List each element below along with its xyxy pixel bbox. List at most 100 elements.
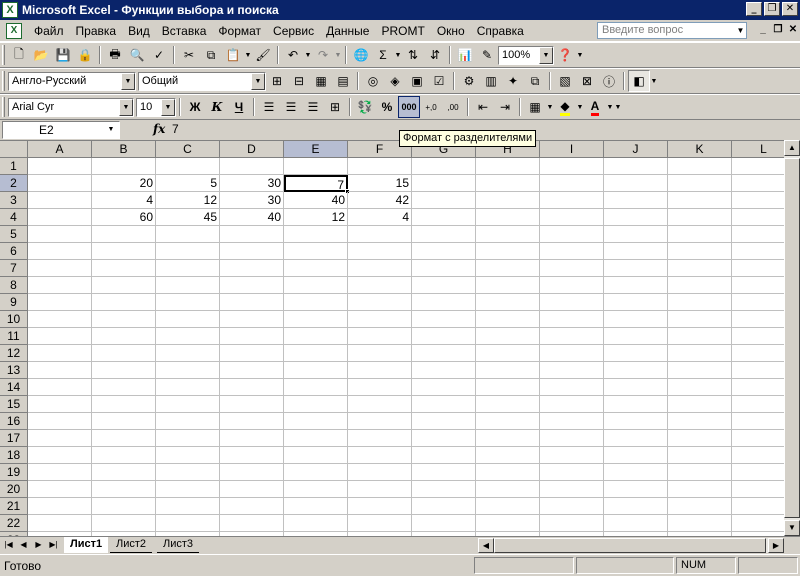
cell-b21[interactable] (92, 498, 156, 515)
cell-f12[interactable] (348, 345, 412, 362)
new-file-icon[interactable]: 🗋 (8, 44, 30, 66)
font-size-select[interactable]: 10 ▼ (136, 97, 176, 117)
cell-h21[interactable] (476, 498, 540, 515)
cell-e19[interactable] (284, 464, 348, 481)
cell-j10[interactable] (604, 311, 668, 328)
cell-a17[interactable] (28, 430, 92, 447)
row-header-16[interactable]: 16 (0, 413, 28, 430)
scroll-right-icon[interactable]: ▶ (768, 538, 784, 553)
cell-a5[interactable] (28, 226, 92, 243)
cell-k3[interactable] (668, 192, 732, 209)
cell-h11[interactable] (476, 328, 540, 345)
cell-e3[interactable]: 40 (284, 192, 348, 209)
cell-i20[interactable] (540, 481, 604, 498)
column-header-i[interactable]: I (540, 141, 604, 158)
cell-h8[interactable] (476, 277, 540, 294)
cell-j18[interactable] (604, 447, 668, 464)
cell-g3[interactable] (412, 192, 476, 209)
increase-indent-icon[interactable]: ⇥ (494, 96, 516, 118)
cell-b12[interactable] (92, 345, 156, 362)
cell-e1[interactable] (284, 158, 348, 175)
cell-f17[interactable] (348, 430, 412, 447)
prev-sheet-icon[interactable]: ◀ (17, 538, 30, 552)
cell-e6[interactable] (284, 243, 348, 260)
last-sheet-icon[interactable]: ▶| (47, 538, 60, 552)
merge-center-icon[interactable]: ⊞ (324, 96, 346, 118)
cell-f15[interactable] (348, 396, 412, 413)
zoom-dropdown-icon[interactable]: ▼ (539, 46, 553, 64)
autosum-dropdown-icon[interactable]: ▼ (394, 52, 402, 59)
cell-c20[interactable] (156, 481, 220, 498)
cell-d12[interactable] (220, 345, 284, 362)
cell-i5[interactable] (540, 226, 604, 243)
cell-a8[interactable] (28, 277, 92, 294)
cell-d16[interactable] (220, 413, 284, 430)
cell-b6[interactable] (92, 243, 156, 260)
insert-function-button[interactable]: fx (153, 122, 165, 136)
menu-insert[interactable]: Вставка (156, 24, 213, 38)
cell-k4[interactable] (668, 209, 732, 226)
chart-wizard-icon[interactable]: 📊 (454, 44, 476, 66)
cell-h16[interactable] (476, 413, 540, 430)
cell-f18[interactable] (348, 447, 412, 464)
undo-dropdown-icon[interactable]: ▼ (304, 52, 312, 59)
cell-a2[interactable] (28, 175, 92, 192)
cell-j14[interactable] (604, 379, 668, 396)
sheet-tab-3[interactable]: Лист3 (157, 537, 200, 553)
cell-j8[interactable] (604, 277, 668, 294)
cell-d4[interactable]: 40 (220, 209, 284, 226)
cell-k9[interactable] (668, 294, 732, 311)
row-header-18[interactable]: 18 (0, 447, 28, 464)
permission-icon[interactable]: 🔒 (74, 44, 96, 66)
zoom-select[interactable]: 100% ▼ (498, 45, 554, 65)
cell-l4[interactable] (732, 209, 784, 226)
cell-b5[interactable] (92, 226, 156, 243)
cell-j12[interactable] (604, 345, 668, 362)
toolbar-grip[interactable] (2, 45, 5, 65)
cell-h18[interactable] (476, 447, 540, 464)
cell-a14[interactable] (28, 379, 92, 396)
column-header-a[interactable]: A (28, 141, 92, 158)
cell-j16[interactable] (604, 413, 668, 430)
cell-f14[interactable] (348, 379, 412, 396)
cell-g19[interactable] (412, 464, 476, 481)
cell-a12[interactable] (28, 345, 92, 362)
promt-image-icon[interactable]: ▧ (554, 70, 576, 92)
cell-l7[interactable] (732, 260, 784, 277)
first-sheet-icon[interactable]: |◀ (2, 538, 15, 552)
column-header-l[interactable]: L (732, 141, 784, 158)
autosum-icon[interactable]: Σ (372, 44, 394, 66)
cell-b4[interactable]: 60 (92, 209, 156, 226)
paste-dropdown-icon[interactable]: ▼ (244, 52, 252, 59)
cell-l21[interactable] (732, 498, 784, 515)
column-header-b[interactable]: B (92, 141, 156, 158)
cell-c11[interactable] (156, 328, 220, 345)
cell-f5[interactable] (348, 226, 412, 243)
worksheet-grid[interactable]: A B C D E F G H I J K L 1 2 20 5 30 7 15 3 4 12 30 40 42 4 60 45 40 1… (0, 140, 784, 536)
thousands-separator-button[interactable]: 000 (398, 96, 420, 118)
cell-f16[interactable] (348, 413, 412, 430)
cell-c22[interactable] (156, 515, 220, 532)
cell-d19[interactable] (220, 464, 284, 481)
cell-l8[interactable] (732, 277, 784, 294)
row-header-4[interactable]: 4 (0, 209, 28, 226)
cell-a11[interactable] (28, 328, 92, 345)
cell-c5[interactable] (156, 226, 220, 243)
cell-j22[interactable] (604, 515, 668, 532)
cell-d2[interactable]: 30 (220, 175, 284, 192)
undo-icon[interactable]: ↶ (282, 44, 304, 66)
format-painter-icon[interactable]: 🖌 (252, 44, 274, 66)
cell-g6[interactable] (412, 243, 476, 260)
toolbar-grip[interactable] (2, 71, 5, 91)
row-header-9[interactable]: 9 (0, 294, 28, 311)
cell-h17[interactable] (476, 430, 540, 447)
scroll-up-icon[interactable]: ▲ (784, 140, 800, 156)
row-header-15[interactable]: 15 (0, 396, 28, 413)
decrease-indent-icon[interactable]: ⇤ (472, 96, 494, 118)
cell-e9[interactable] (284, 294, 348, 311)
row-header-19[interactable]: 19 (0, 464, 28, 481)
cell-d13[interactable] (220, 362, 284, 379)
cell-j3[interactable] (604, 192, 668, 209)
redo-dropdown-icon[interactable]: ▼ (334, 52, 342, 59)
cell-j13[interactable] (604, 362, 668, 379)
